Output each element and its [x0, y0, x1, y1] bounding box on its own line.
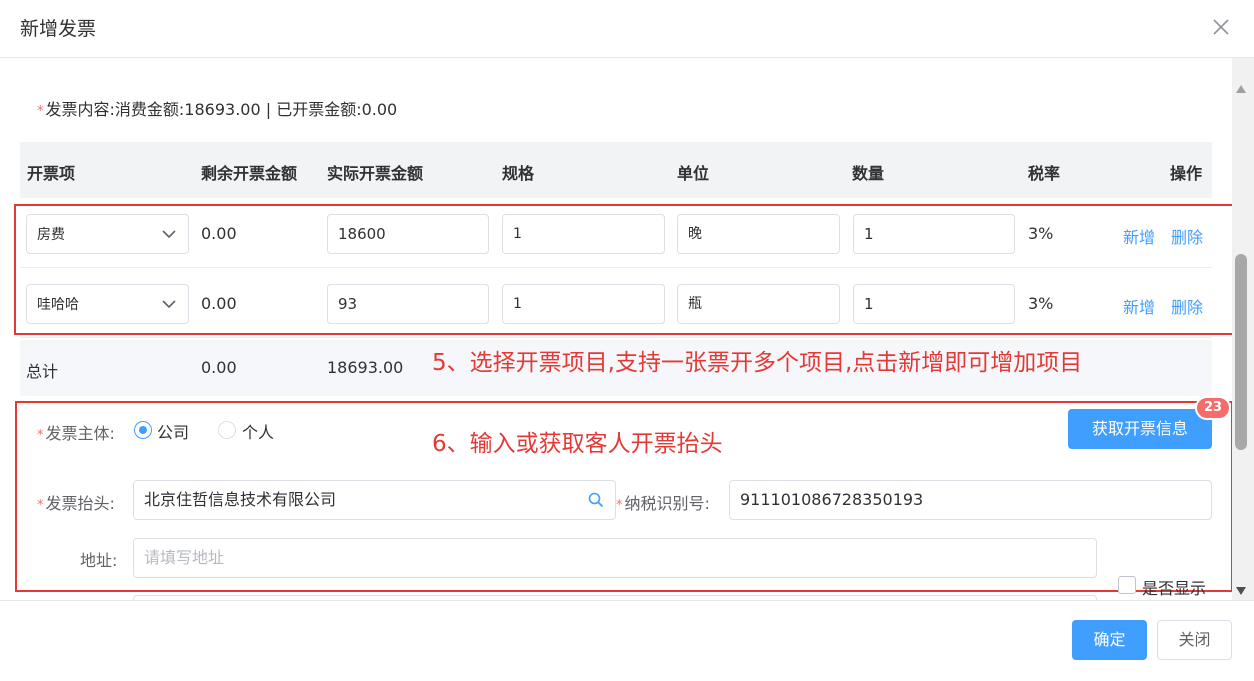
total-remaining: 0.00 — [201, 358, 237, 377]
close-button[interactable]: 关闭 — [1157, 620, 1232, 660]
invoice-content-label: 发票内容: — [45, 100, 115, 119]
taxid-label-wrap: * 纳税识别号: — [616, 490, 710, 514]
required-mark: * — [37, 104, 44, 119]
title-label: 发票抬头: — [45, 494, 115, 513]
scroll-thumb[interactable] — [1235, 254, 1247, 450]
col-tax: 税率 — [1028, 164, 1061, 183]
radio-personal-label[interactable]: 个人 — [242, 419, 274, 443]
close-icon[interactable] — [1208, 14, 1234, 40]
required-mark: * — [37, 498, 44, 513]
dialog-title: 新增发票 — [20, 18, 97, 40]
fetch-invoice-info-button[interactable]: 获取开票信息 — [1068, 409, 1212, 449]
radio-company[interactable] — [134, 421, 152, 439]
col-remaining: 剩余开票金额 — [201, 164, 298, 183]
dialog-header: 新增发票 — [0, 0, 1254, 58]
required-mark: * — [616, 498, 623, 513]
scroll-up-icon[interactable] — [1235, 84, 1247, 94]
confirm-button[interactable]: 确定 — [1072, 620, 1147, 660]
show-checkbox[interactable] — [1118, 576, 1136, 594]
radio-company-label[interactable]: 公司 — [157, 419, 189, 443]
annotation-step6: 6、输入或获取客人开票抬头 — [432, 431, 723, 457]
show-checkbox-label[interactable]: 是否显示 — [1142, 575, 1206, 599]
subject-label: 发票主体: — [45, 424, 115, 443]
col-qty: 数量 — [852, 164, 885, 183]
total-label: 总计 — [26, 362, 59, 381]
taxid-input[interactable]: 911101086728350193 — [729, 480, 1212, 520]
search-icon[interactable] — [588, 492, 604, 508]
scrollbar[interactable] — [1232, 58, 1254, 600]
address-input[interactable]: 请填写地址 — [133, 538, 1097, 578]
dialog-body: * 发票内容:消费金额:18693.00 | 已开票金额:0.00 开票项 剩余开… — [0, 58, 1254, 600]
invoice-table-header: 开票项 剩余开票金额 实际开票金额 规格 单位 数量 税率 操作 — [20, 142, 1212, 198]
col-unit: 单位 — [677, 164, 710, 183]
total-actual: 18693.00 — [327, 358, 404, 377]
required-mark: * — [37, 428, 44, 443]
invoice-title-input[interactable]: 北京住哲信息技术有限公司 — [133, 480, 616, 520]
subject-label-wrap: * 发票主体: — [37, 420, 115, 444]
address-label: 地址: — [80, 551, 118, 570]
invoice-title-value: 北京住哲信息技术有限公司 — [144, 490, 337, 509]
annotation-step5: 5、选择开票项目,支持一张票开多个项目,点击新增即可增加项目 — [432, 350, 1083, 376]
invoice-content-line: * 发票内容:消费金额:18693.00 | 已开票金额:0.00 — [37, 96, 397, 120]
scroll-down-icon[interactable] — [1235, 586, 1247, 596]
dialog-footer: 确定 关闭 — [0, 600, 1254, 681]
col-actual: 实际开票金额 — [327, 164, 424, 183]
notification-badge: 23 — [1195, 396, 1231, 420]
col-item: 开票项 — [27, 164, 76, 183]
annotation-box-step5 — [14, 204, 1252, 335]
col-spec: 规格 — [502, 164, 535, 183]
invoice-content-amounts: 消费金额:18693.00 | 已开票金额:0.00 — [114, 100, 398, 119]
taxid-label: 纳税识别号: — [624, 494, 710, 513]
title-label-wrap: * 发票抬头: — [37, 490, 115, 514]
radio-personal[interactable] — [218, 421, 236, 439]
col-action: 操作 — [1170, 164, 1203, 183]
